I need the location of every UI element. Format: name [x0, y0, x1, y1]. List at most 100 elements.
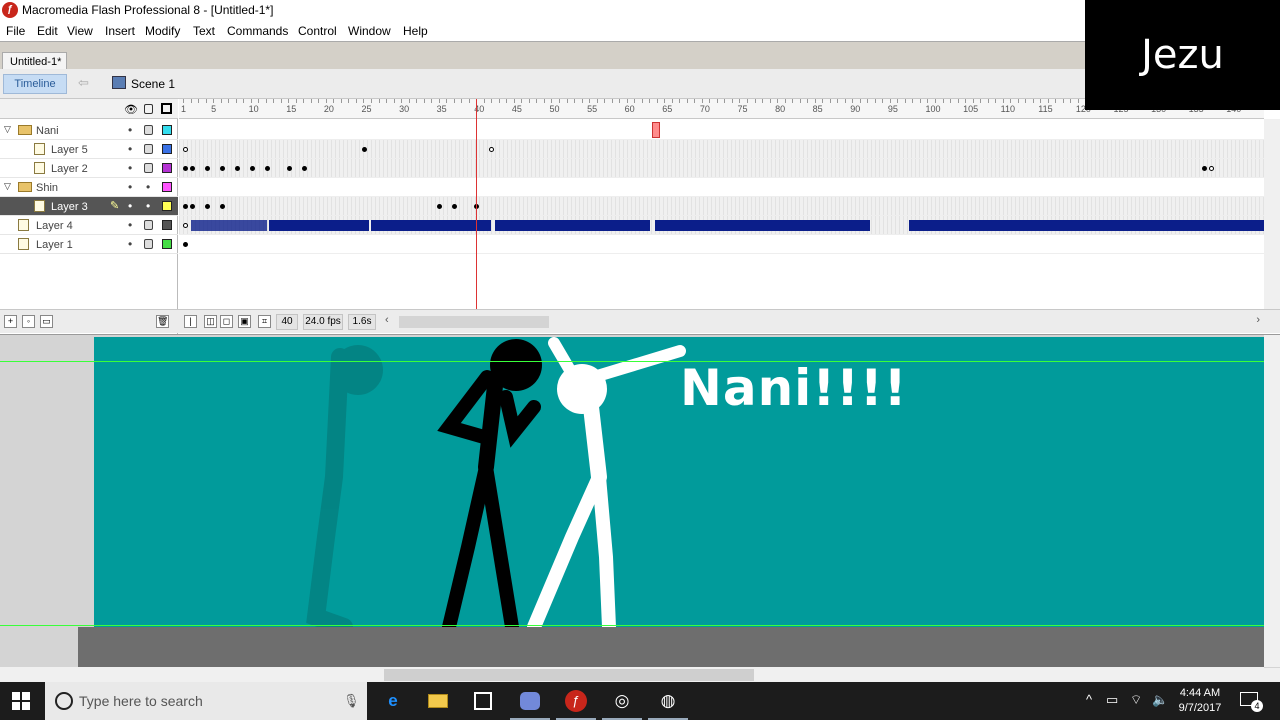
menu-file[interactable]: File: [6, 24, 25, 38]
keyframe[interactable]: [190, 204, 195, 209]
eye-icon[interactable]: 👁: [124, 103, 138, 116]
menu-window[interactable]: Window: [348, 24, 391, 38]
menu-insert[interactable]: Insert: [105, 24, 135, 38]
store-icon[interactable]: [471, 689, 495, 713]
layer-color-swatch[interactable]: [162, 239, 172, 249]
layer-color-swatch[interactable]: [162, 144, 172, 154]
layer-row[interactable]: Layer 1 •: [0, 235, 178, 254]
keyframe[interactable]: [452, 204, 457, 209]
frames-grid[interactable]: [179, 119, 1264, 309]
frame-row[interactable]: [179, 178, 1264, 197]
lock-icon[interactable]: [144, 239, 153, 249]
timeline-vertical-scrollbar[interactable]: [1264, 119, 1280, 309]
lock-icon[interactable]: [144, 125, 153, 135]
frame-row-audio[interactable]: [179, 216, 1264, 235]
menu-commands[interactable]: Commands: [227, 24, 288, 38]
keyframe[interactable]: [265, 166, 270, 171]
scene-label[interactable]: Scene 1: [131, 77, 175, 91]
keyframe[interactable]: [489, 147, 494, 152]
groove-icon[interactable]: ◎: [610, 689, 634, 713]
stage-horizontal-scrollbar[interactable]: [0, 667, 1264, 683]
keyframe[interactable]: [183, 223, 188, 228]
wifi-icon[interactable]: ⌔: [1130, 692, 1142, 708]
file-explorer-icon[interactable]: [426, 689, 450, 713]
lock-icon[interactable]: [144, 104, 153, 114]
playhead-handle[interactable]: [652, 122, 660, 138]
keyframe[interactable]: [287, 166, 292, 171]
onion-skin-icon[interactable]: ◫: [204, 315, 217, 328]
lock-icon[interactable]: [144, 163, 153, 173]
layer-folder-nani[interactable]: ▽ Nani •: [0, 121, 178, 140]
volume-icon[interactable]: 🔈: [1152, 692, 1168, 708]
keyframe[interactable]: [220, 204, 225, 209]
tray-chevron-icon[interactable]: ^: [1086, 692, 1092, 707]
frame-row[interactable]: [179, 197, 1264, 216]
frame-row[interactable]: [179, 235, 1264, 254]
visibility-dot[interactable]: •: [128, 142, 132, 156]
edge-icon[interactable]: e: [381, 689, 405, 713]
visibility-dot[interactable]: •: [128, 161, 132, 175]
lock-dot[interactable]: •: [146, 199, 150, 213]
visibility-dot[interactable]: •: [128, 123, 132, 137]
visibility-dot[interactable]: •: [128, 237, 132, 251]
layer-color-swatch[interactable]: [162, 220, 172, 230]
lock-icon[interactable]: [144, 220, 153, 230]
visibility-dot[interactable]: •: [128, 180, 132, 194]
insert-folder-icon[interactable]: ▭: [40, 315, 53, 328]
expand-triangle-icon[interactable]: ▽: [4, 124, 11, 135]
keyframe[interactable]: [183, 242, 188, 247]
scroll-thumb[interactable]: [384, 669, 754, 681]
battery-icon[interactable]: ▭: [1106, 692, 1118, 708]
add-motion-guide-icon[interactable]: ◦: [22, 315, 35, 328]
discord-icon[interactable]: [518, 689, 542, 713]
menu-view[interactable]: View: [67, 24, 93, 38]
keyframe[interactable]: [183, 147, 188, 152]
frame-row[interactable]: [179, 121, 1264, 140]
menu-control[interactable]: Control: [298, 24, 337, 38]
visibility-dot[interactable]: •: [128, 218, 132, 232]
layer-color-swatch[interactable]: [162, 163, 172, 173]
keyframe[interactable]: [183, 166, 188, 171]
layer-row[interactable]: Layer 5 •: [0, 140, 178, 159]
menu-edit[interactable]: Edit: [37, 24, 58, 38]
back-arrow-icon[interactable]: ⇦: [78, 75, 89, 91]
layer-color-swatch[interactable]: [162, 182, 172, 192]
frame-row[interactable]: [179, 140, 1264, 159]
scroll-right-icon[interactable]: ›: [1256, 314, 1260, 326]
layer-folder-shin[interactable]: ▽ Shin • •: [0, 178, 178, 197]
keyframe[interactable]: [190, 166, 195, 171]
keyframe[interactable]: [220, 166, 225, 171]
lock-dot[interactable]: •: [146, 180, 150, 194]
center-frame-icon[interactable]: |: [184, 315, 197, 328]
timeline-toggle-button[interactable]: Timeline: [3, 74, 67, 94]
insert-layer-icon[interactable]: +: [4, 315, 17, 328]
outline-icon[interactable]: [161, 103, 172, 114]
keyframe[interactable]: [362, 147, 367, 152]
edit-multiple-frames-icon[interactable]: ▣: [238, 315, 251, 328]
keyframe[interactable]: [205, 166, 210, 171]
onion-outlines-icon[interactable]: ◻: [220, 315, 233, 328]
keyframe[interactable]: [437, 204, 442, 209]
keyframe[interactable]: [302, 166, 307, 171]
obs-icon[interactable]: ◍: [656, 689, 680, 713]
stage-vertical-scrollbar[interactable]: [1264, 335, 1280, 667]
layer-row-selected[interactable]: Layer 3 ✎ • •: [0, 197, 178, 216]
menu-modify[interactable]: Modify: [145, 24, 180, 38]
menu-help[interactable]: Help: [403, 24, 428, 38]
scroll-thumb[interactable]: [399, 316, 549, 328]
taskbar-clock[interactable]: 4:44 AM 9/7/2017: [1172, 686, 1228, 716]
microphone-icon[interactable]: 🎙: [343, 693, 360, 709]
modify-onion-markers-icon[interactable]: ⌗: [258, 315, 271, 328]
taskbar-search[interactable]: Type here to search 🎙: [45, 682, 367, 720]
keyframe[interactable]: [205, 204, 210, 209]
flash-taskbar-icon[interactable]: ƒ: [564, 689, 588, 713]
layer-color-swatch[interactable]: [162, 125, 172, 135]
visibility-dot[interactable]: •: [128, 199, 132, 213]
keyframe[interactable]: [1209, 166, 1214, 171]
lock-icon[interactable]: [144, 144, 153, 154]
keyframe[interactable]: [250, 166, 255, 171]
layer-row[interactable]: Layer 2 •: [0, 159, 178, 178]
layer-row[interactable]: Layer 4 •: [0, 216, 178, 235]
document-tab[interactable]: Untitled-1*: [2, 52, 67, 70]
timeline-horizontal-scrollbar[interactable]: ‹ ›: [385, 314, 1260, 328]
